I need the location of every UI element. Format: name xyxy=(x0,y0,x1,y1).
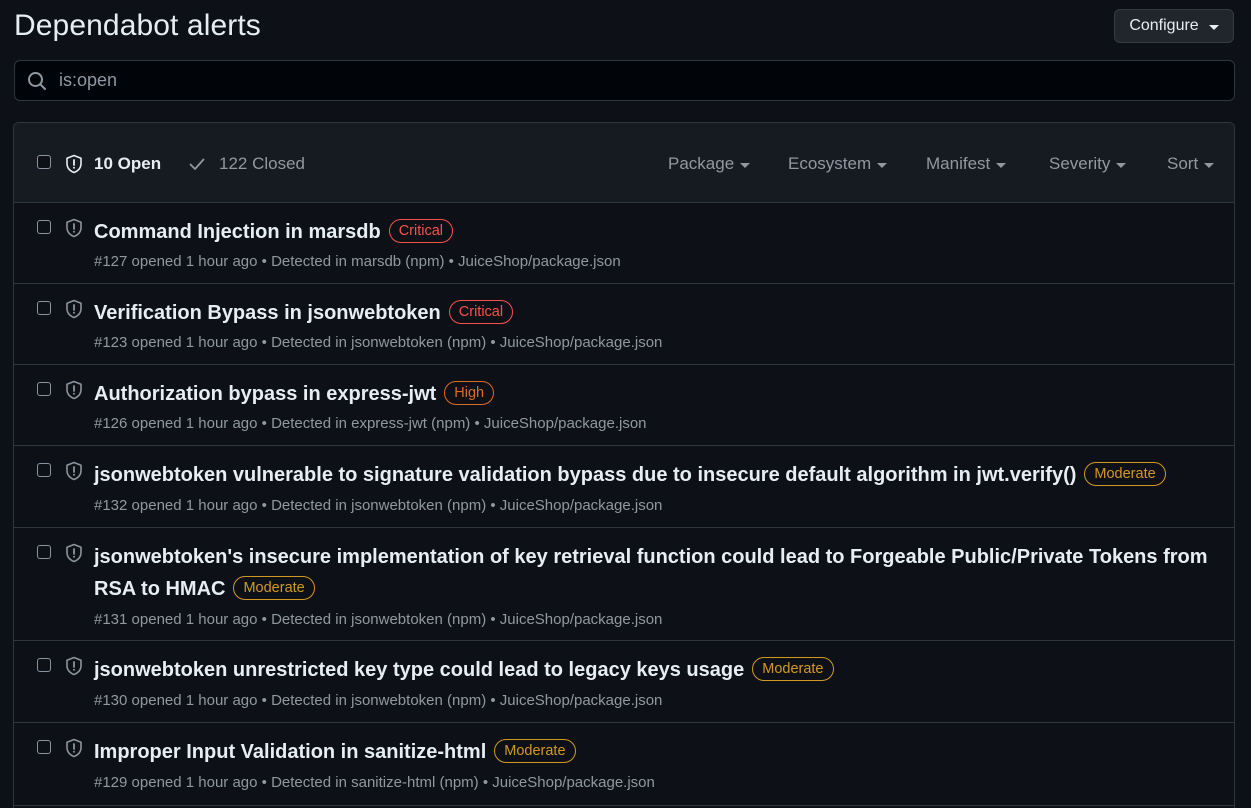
alert-meta: #126 opened 1 hour ago • Detected in exp… xyxy=(94,415,647,432)
alert-title: Improper Input Validation in sanitize-ht… xyxy=(94,741,487,763)
dependabot-alerts-page: Dependabot alerts Configure 10 Open xyxy=(0,0,1251,808)
alert-checkbox[interactable] xyxy=(37,301,51,315)
alert-title-link[interactable]: Improper Input Validation in sanitize-ht… xyxy=(94,736,1214,768)
chevron-down-icon xyxy=(1116,162,1127,168)
shield-icon xyxy=(64,656,84,676)
alert-checkbox[interactable] xyxy=(37,220,51,234)
search-bar[interactable] xyxy=(14,60,1235,101)
shield-icon xyxy=(64,380,84,400)
alert-title: jsonwebtoken vulnerable to signature val… xyxy=(94,464,1077,486)
alert-title-link[interactable]: jsonwebtoken's insecure implementation o… xyxy=(94,541,1214,605)
shield-icon xyxy=(64,738,84,758)
severity-badge: Moderate xyxy=(233,576,315,600)
alert-row: Command Injection in marsdb Critical #127… xyxy=(14,203,1234,284)
search-input[interactable] xyxy=(57,69,1161,92)
alert-title-link[interactable]: Verification Bypass in jsonwebtoken Criti… xyxy=(94,297,1214,329)
alert-title: Verification Bypass in jsonwebtoken xyxy=(94,302,441,324)
alert-meta: #129 opened 1 hour ago • Detected in san… xyxy=(94,774,655,791)
alert-meta: #132 opened 1 hour ago • Detected in jso… xyxy=(94,497,663,514)
filter-severity[interactable]: Severity xyxy=(1049,154,1127,174)
severity-badge: Moderate xyxy=(752,657,834,681)
chevron-down-icon xyxy=(740,162,751,168)
filter-ecosystem[interactable]: Ecosystem xyxy=(788,154,888,174)
filter-manifest[interactable]: Manifest xyxy=(926,154,1007,174)
filter-package[interactable]: Package xyxy=(668,154,751,174)
alert-title: Command Injection in marsdb xyxy=(94,221,381,243)
closed-alerts-tab[interactable]: 122 Closed xyxy=(219,154,305,174)
alert-checkbox[interactable] xyxy=(37,382,51,396)
severity-badge: High xyxy=(444,381,495,405)
shield-icon xyxy=(64,218,84,238)
alert-row: Improper Input Validation in sanitize-ht… xyxy=(14,723,1234,806)
severity-badge: Critical xyxy=(448,300,514,324)
search-icon xyxy=(26,70,48,92)
filter-label: Severity xyxy=(1049,154,1111,173)
alert-row: Verification Bypass in jsonwebtoken Criti… xyxy=(14,284,1234,365)
alert-row: jsonwebtoken's insecure implementation o… xyxy=(14,528,1234,641)
alerts-list: 10 Open 122 Closed Package Ecosystem Man… xyxy=(13,122,1235,808)
alert-title-link[interactable]: jsonwebtoken unrestricted key type could… xyxy=(94,654,1214,686)
chevron-down-icon xyxy=(1204,162,1215,168)
alert-checkbox[interactable] xyxy=(37,463,51,477)
severity-badge: Moderate xyxy=(1084,462,1166,486)
alert-title-link[interactable]: Command Injection in marsdb Critical xyxy=(94,216,1214,248)
open-alerts-tab[interactable]: 10 Open xyxy=(94,154,161,174)
alert-meta: #123 opened 1 hour ago • Detected in jso… xyxy=(94,334,663,351)
alert-checkbox[interactable] xyxy=(37,545,51,559)
filter-label: Manifest xyxy=(926,154,991,173)
severity-badge: Moderate xyxy=(494,739,576,763)
configure-button[interactable]: Configure xyxy=(1114,9,1234,43)
chevron-down-icon xyxy=(877,162,888,168)
shield-icon xyxy=(64,299,84,319)
alert-title: jsonwebtoken unrestricted key type could… xyxy=(94,659,745,681)
chevron-down-icon xyxy=(996,162,1007,168)
alert-checkbox[interactable] xyxy=(37,740,51,754)
alert-meta: #127 opened 1 hour ago • Detected in mar… xyxy=(94,253,621,270)
configure-button-label: Configure xyxy=(1129,17,1199,34)
alert-title: Authorization bypass in express-jwt xyxy=(94,383,437,405)
alert-title-link[interactable]: jsonwebtoken vulnerable to signature val… xyxy=(94,459,1214,491)
shield-icon xyxy=(64,461,84,481)
shield-icon xyxy=(64,154,84,174)
alert-checkbox[interactable] xyxy=(37,658,51,672)
alert-meta: #131 opened 1 hour ago • Detected in jso… xyxy=(94,611,663,628)
alert-row: jsonwebtoken vulnerable to signature val… xyxy=(14,446,1234,528)
alert-row: jsonwebtoken unrestricted key type could… xyxy=(14,641,1234,723)
alert-title-link[interactable]: Authorization bypass in express-jwt High xyxy=(94,378,1214,410)
alert-meta: #130 opened 1 hour ago • Detected in jso… xyxy=(94,692,663,709)
severity-badge: Critical xyxy=(388,219,454,243)
select-all-checkbox[interactable] xyxy=(37,155,51,169)
alerts-list-header: 10 Open 122 Closed Package Ecosystem Man… xyxy=(14,123,1234,203)
shield-icon xyxy=(64,543,84,563)
filter-label: Ecosystem xyxy=(788,154,872,173)
filter-label: Sort xyxy=(1167,154,1199,173)
check-icon xyxy=(188,155,206,173)
filter-label: Package xyxy=(668,154,735,173)
sort-dropdown[interactable]: Sort xyxy=(1167,154,1215,174)
chevron-down-icon xyxy=(1208,24,1219,30)
alert-row: Authorization bypass in express-jwt High … xyxy=(14,365,1234,446)
page-title: Dependabot alerts xyxy=(14,9,261,42)
